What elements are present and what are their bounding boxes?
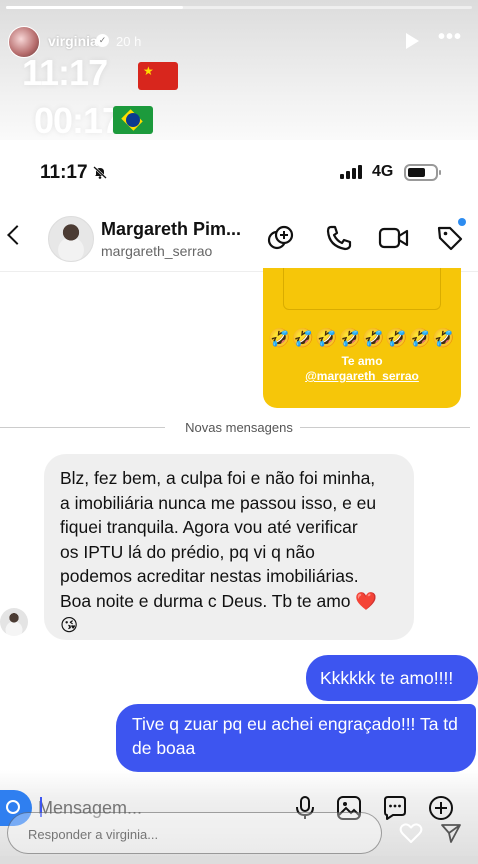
more-options-icon[interactable]: ••• bbox=[438, 26, 462, 49]
story-reply-input[interactable] bbox=[28, 826, 328, 842]
status-bar-time: 11:17 bbox=[40, 162, 88, 183]
add-plus-icon[interactable] bbox=[428, 795, 454, 821]
brazil-time-text: 00:17 bbox=[34, 100, 122, 141]
send-icon[interactable] bbox=[440, 822, 462, 844]
add-people-icon[interactable] bbox=[266, 224, 296, 254]
sticker-icon[interactable] bbox=[382, 795, 408, 821]
separator-line-right bbox=[300, 427, 470, 428]
screen: virginia ✓ 20 h ••• 11:17 ★ 00:17 11:17 … bbox=[0, 0, 478, 864]
heart-icon[interactable] bbox=[399, 822, 423, 844]
back-arrow-icon[interactable] bbox=[7, 225, 27, 245]
story-username[interactable]: virginia bbox=[48, 33, 98, 49]
signal-bars-icon bbox=[340, 165, 366, 179]
notification-dot bbox=[458, 218, 466, 226]
shared-story-card[interactable]: 🤣🤣🤣🤣🤣🤣🤣🤣 Te amo @margareth_serrao bbox=[263, 268, 461, 408]
story-header: virginia ✓ 20 h ••• 11:17 ★ 00:17 bbox=[0, 0, 478, 141]
battery-icon bbox=[404, 164, 441, 181]
outgoing-message-bubble[interactable]: Tive q zuar pq eu achei engraçado!!! Ta … bbox=[116, 704, 476, 772]
story-card-frame bbox=[283, 268, 441, 310]
verified-badge-icon: ✓ bbox=[96, 34, 109, 47]
play-icon[interactable] bbox=[406, 33, 419, 49]
contact-avatar[interactable] bbox=[48, 216, 94, 262]
story-time-ago: 20 h bbox=[116, 34, 142, 49]
brazil-flag-icon bbox=[113, 106, 153, 134]
bell-muted-icon bbox=[93, 166, 107, 179]
contact-name[interactable]: Margareth Pim... bbox=[101, 219, 241, 240]
network-type: 4G bbox=[372, 163, 394, 180]
outgoing-message-bubble[interactable]: Kkkkkk te amo!!!! bbox=[306, 655, 478, 701]
story-card-emojis: 🤣🤣🤣🤣🤣🤣🤣🤣 bbox=[268, 328, 456, 348]
incoming-message-bubble[interactable]: Blz, fez bem, a culpa foi e não foi minh… bbox=[44, 454, 414, 640]
story-progress-fill bbox=[6, 6, 184, 9]
story-progress-bar bbox=[6, 6, 472, 9]
video-call-icon[interactable] bbox=[378, 224, 410, 252]
tag-icon[interactable] bbox=[436, 224, 464, 252]
story-card-text: Te amo bbox=[341, 354, 383, 368]
phone-call-icon[interactable] bbox=[325, 224, 353, 252]
bottom-nav-hint bbox=[0, 856, 478, 864]
story-card-mention[interactable]: @margareth_serrao bbox=[263, 369, 461, 383]
sender-avatar[interactable] bbox=[0, 608, 28, 636]
camera-icon bbox=[6, 800, 20, 814]
china-time-text: 11:17 bbox=[22, 52, 108, 93]
contact-username[interactable]: margareth_serrao bbox=[101, 243, 212, 259]
china-flag-icon: ★ bbox=[138, 62, 178, 90]
